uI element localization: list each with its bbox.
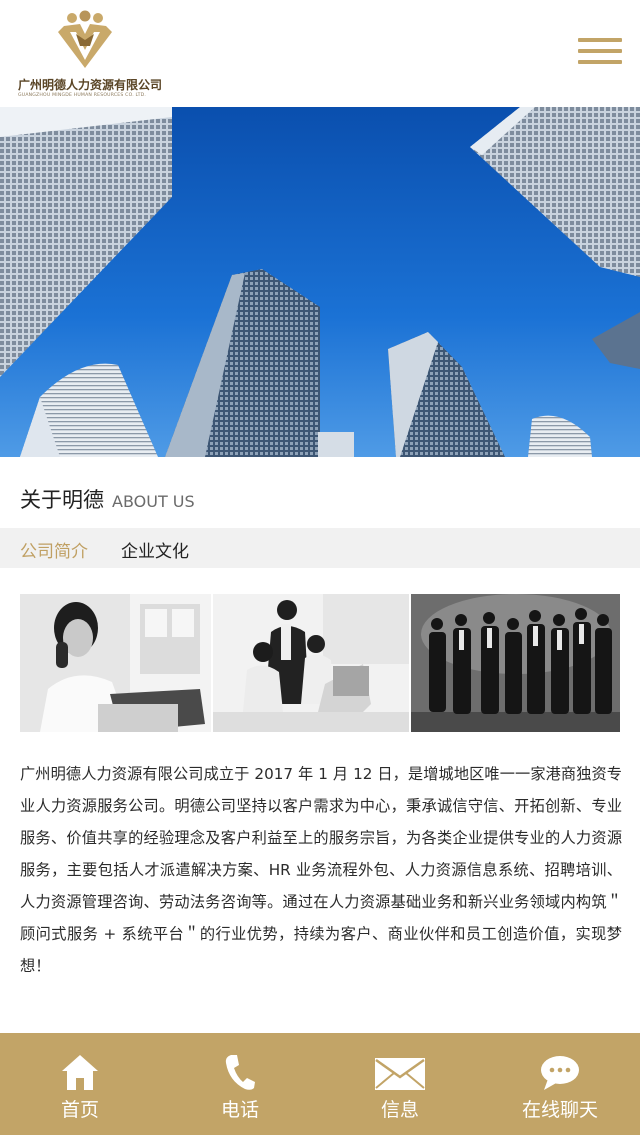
logo-company-name: 广州明德人力资源有限公司: [18, 78, 163, 92]
logo-company-name-en: GUANGZHOU MINGDE HUMAN RESOURCES CO. LTD…: [18, 93, 147, 98]
company-logo[interactable]: 广州明德人力资源有限公司 GUANGZHOU MINGDE HUMAN RESO…: [18, 10, 162, 98]
nav-message[interactable]: 信息: [320, 1033, 480, 1135]
hamburger-menu-icon[interactable]: [578, 38, 622, 68]
nav-message-label: 信息: [380, 1099, 419, 1121]
office-team-at-computer-photo: [213, 594, 409, 732]
nav-online-chat-label: 在线聊天: [521, 1099, 598, 1121]
nav-home-label: 首页: [60, 1099, 99, 1121]
company-intro-text: 广州明德人力资源有限公司成立于 2017 年 1 月 12 日，是增城地区唯一一…: [20, 765, 622, 975]
bottom-navigation: 首页 电话 信息 在线聊天: [0, 1033, 640, 1135]
about-section-title: 关于明德 ABOUT US: [20, 484, 195, 514]
banner-skyscrapers-image: [0, 107, 640, 457]
site-header: 广州明德人力资源有限公司 GUANGZHOU MINGDE HUMAN RESO…: [0, 0, 640, 107]
menu-line: [578, 49, 622, 53]
home-icon: [62, 1055, 98, 1090]
skyscrapers-blue-sky-photo: [0, 107, 640, 457]
tab-company-profile[interactable]: 公司简介: [20, 537, 88, 562]
about-tabs: 公司简介 企业文化: [0, 528, 640, 568]
phone-icon: [225, 1055, 255, 1090]
nav-phone-label: 电话: [220, 1099, 259, 1121]
business-group-photo: [411, 594, 620, 732]
tab-corporate-culture[interactable]: 企业文化: [121, 537, 189, 562]
people-crown-logo-icon: [58, 10, 112, 68]
nav-phone[interactable]: 电话: [160, 1033, 320, 1135]
woman-on-phone-photo: [20, 594, 211, 732]
nav-home[interactable]: 首页: [0, 1033, 160, 1135]
chat-bubble-icon: [541, 1056, 579, 1090]
envelope-icon: [375, 1058, 425, 1090]
menu-line: [578, 38, 622, 42]
about-title-en: ABOUT US: [112, 492, 195, 511]
about-photos: [20, 594, 620, 732]
about-title-cn: 关于明德: [20, 488, 104, 512]
nav-online-chat[interactable]: 在线聊天: [480, 1033, 640, 1135]
menu-line: [578, 60, 622, 64]
